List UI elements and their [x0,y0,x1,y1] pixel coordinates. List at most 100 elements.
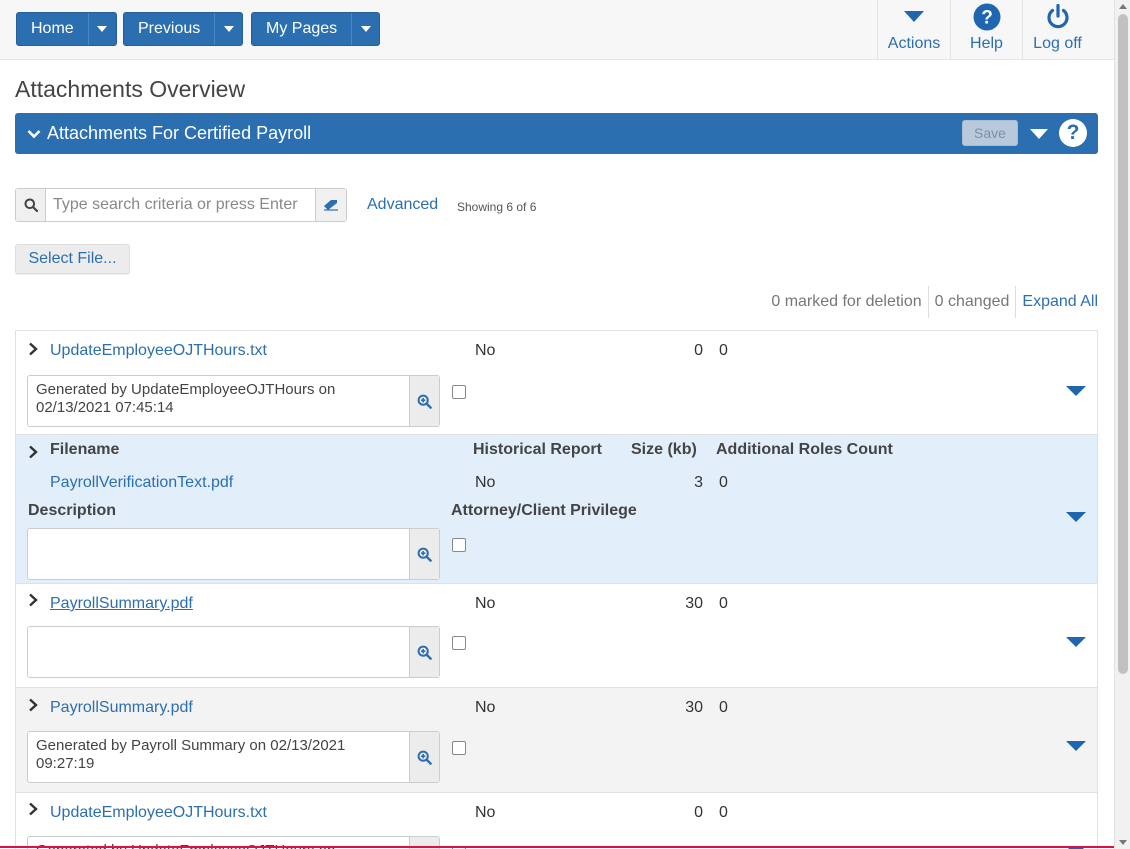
search-input[interactable] [46,189,315,221]
attachment-row: UpdateEmployeeOJTHours.txt No 0 0 Genera… [15,330,1098,435]
historical-report-value: No [475,595,496,612]
size-value: 3 [694,474,703,491]
advanced-search-link[interactable]: Advanced [367,196,438,214]
top-toolbar: Home Previous My Pages Actions ? Help Lo… [0,0,1114,60]
filename-link[interactable]: UpdateEmployeeOJTHours.txt [50,804,267,822]
historical-report-value: No [475,699,496,716]
section-header[interactable]: Attachments For Certified Payroll Save ? [15,113,1098,154]
size-column-header: Size (kb) [631,441,697,458]
my-pages-button-label[interactable]: My Pages [252,13,351,45]
description-field[interactable] [27,528,440,580]
my-pages-button[interactable]: My Pages [251,12,381,46]
historical-report-value: No [475,804,496,821]
svg-text:?: ? [981,8,993,29]
roles-count-value: 0 [719,595,728,612]
chevron-down-icon [97,26,108,32]
privilege-checkbox[interactable] [452,741,466,755]
attachment-row: PayrollSummary.pdf No 30 0 Generated by … [15,688,1098,793]
home-button[interactable]: Home [16,12,117,46]
historical-report-column-header: Historical Report [473,441,602,458]
page-title: Attachments Overview [15,76,246,102]
search-box [15,188,347,222]
zoom-in-icon[interactable] [409,529,439,579]
actions-label: Actions [887,35,941,52]
roles-count-value: 0 [719,699,728,716]
save-button[interactable]: Save [962,120,1018,146]
chevron-right-icon[interactable] [26,342,40,356]
historical-report-value: No [475,474,496,491]
size-value: 30 [685,595,703,612]
search-icon[interactable] [16,189,46,221]
description-text[interactable]: Generated by Payroll Summary on 02/13/20… [28,732,409,782]
filename-column-header: Filename [50,441,120,458]
home-button-label[interactable]: Home [17,13,88,45]
chevron-right-icon[interactable] [26,445,40,459]
filename-link[interactable]: PayrollSummary.pdf [50,699,193,717]
select-file-button[interactable]: Select File... [15,244,130,274]
marked-for-deletion-count: 0 marked for deletion [771,293,922,310]
chevron-right-icon[interactable] [26,593,40,607]
section-menu-caret-icon[interactable] [1030,129,1048,139]
chevron-right-icon[interactable] [26,698,40,712]
row-expand-caret-icon[interactable] [1066,741,1086,751]
size-value: 0 [694,804,703,821]
actions-menu[interactable]: Actions [877,0,950,60]
filename-link[interactable]: PayrollVerificationText.pdf [50,474,233,492]
attachment-row: PayrollSummary.pdf No 30 0 [15,584,1098,688]
roles-count-value: 0 [719,342,728,359]
description-field[interactable]: Generated by UpdateEmployeeOJTHours on 0… [27,375,440,427]
description-column-header: Description [28,502,117,519]
help-label: Help [970,35,1003,52]
help-icon: ? [973,0,1001,34]
scroll-up-icon[interactable] [1119,4,1127,9]
expand-all-link[interactable]: Expand All [1015,286,1098,318]
chevron-down-icon [360,26,371,32]
zoom-in-icon[interactable] [409,732,439,782]
attachment-row: UpdateEmployeeOJTHours.txt No 0 0 Genera… [15,793,1098,849]
logoff-label: Log off [1033,35,1082,52]
previous-menu-caret[interactable] [214,13,242,45]
status-bar: 0 marked for deletion 0 changed Expand A… [765,286,1098,318]
historical-report-value: No [475,342,496,359]
description-text[interactable] [28,627,409,677]
my-pages-menu-caret[interactable] [351,13,379,45]
changed-count: 0 changed [927,286,1016,318]
results-count: Showing 6 of 6 [457,200,537,214]
section-title: Attachments For Certified Payroll [47,123,312,143]
row-expand-caret-icon[interactable] [1066,512,1086,522]
roles-column-header: Additional Roles Count [716,441,893,458]
description-field[interactable]: Generated by Payroll Summary on 02/13/20… [27,731,440,783]
caret-down-icon [904,0,924,34]
roles-count-value: 0 [719,474,728,491]
description-text[interactable]: Generated by UpdateEmployeeOJTHours on 0… [28,376,409,426]
chevron-down-icon[interactable] [27,129,45,139]
size-value: 30 [685,699,703,716]
row-expand-caret-icon[interactable] [1066,637,1086,647]
description-text[interactable] [28,529,409,579]
attachment-row: Filename Historical Report Size (kb) Add… [15,435,1098,584]
privilege-checkbox[interactable] [452,538,466,552]
scrollbar-thumb[interactable] [1118,14,1128,674]
chevron-right-icon[interactable] [26,802,40,816]
scroll-down-icon[interactable] [1119,840,1127,845]
home-menu-caret[interactable] [87,13,116,45]
power-icon [1044,0,1072,34]
filename-link[interactable]: PayrollSummary.pdf [50,595,193,613]
previous-button-label[interactable]: Previous [124,13,214,45]
help-link[interactable]: ? Help [950,0,1022,60]
privilege-checkbox[interactable] [452,636,466,650]
viewport-bottom-edge [0,846,1114,848]
logoff-link[interactable]: Log off [1022,0,1092,60]
eraser-icon[interactable] [315,189,346,221]
chevron-down-icon [223,26,234,32]
section-help-icon[interactable]: ? [1059,119,1087,147]
filename-link[interactable]: UpdateEmployeeOJTHours.txt [50,342,267,360]
vertical-scrollbar[interactable] [1114,0,1130,849]
previous-button[interactable]: Previous [123,12,244,46]
roles-count-value: 0 [719,804,728,821]
zoom-in-icon[interactable] [409,376,439,426]
privilege-checkbox[interactable] [452,385,466,399]
row-expand-caret-icon[interactable] [1066,386,1086,396]
zoom-in-icon[interactable] [409,627,439,677]
description-field[interactable] [27,626,440,678]
